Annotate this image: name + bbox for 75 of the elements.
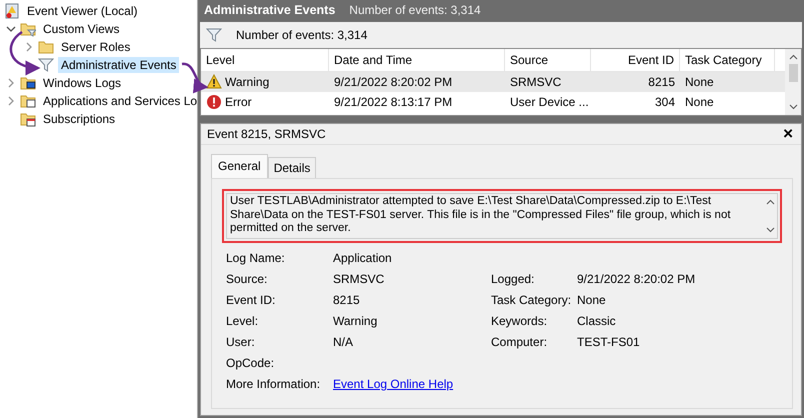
field-label: User:: [226, 335, 256, 349]
table-cell: 9/21/2022 8:13:17 PM: [334, 95, 452, 109]
chevron-right-icon[interactable]: [6, 78, 16, 88]
folder-icon: [38, 39, 54, 55]
tree-item[interactable]: Administrative Events: [58, 57, 180, 73]
help-link[interactable]: Event Log Online Help: [333, 377, 454, 391]
table-cell: Warning: [225, 75, 270, 89]
field-label: More Information:: [226, 377, 322, 391]
chevron-down-icon: [766, 227, 774, 233]
chevron-right-icon[interactable]: [6, 96, 16, 106]
annotation-arrow: [182, 62, 208, 92]
chevron-up-icon: [788, 54, 798, 60]
column-header[interactable]: Source: [505, 49, 591, 71]
filter-icon: [206, 27, 222, 43]
field-value: SRMSVC: [333, 272, 386, 286]
field-label: Event ID:: [226, 293, 276, 307]
filter-icon: [38, 57, 54, 73]
chevron-down-icon[interactable]: [6, 24, 16, 34]
table-cell: 8215: [648, 75, 675, 89]
table-row[interactable]: Error 9/21/2022 8:13:17 PM User Device ... 304 None: [201, 92, 785, 112]
folder-window-icon: [20, 93, 36, 109]
folder-monitor-icon: [20, 75, 36, 91]
table-cell: Error: [225, 95, 252, 109]
field-label: Keywords:: [491, 314, 548, 328]
tab[interactable]: Details: [268, 157, 316, 178]
scrollbar[interactable]: [785, 49, 801, 115]
field-value: None: [577, 293, 607, 307]
field-label: Logged:: [491, 272, 536, 286]
annotation-arrow: [10, 31, 40, 75]
table-row[interactable]: Warning 9/21/2022 8:20:02 PM SRMSVC 8215 None: [201, 72, 785, 92]
field-value: Application: [333, 251, 393, 265]
table-cell: User Device ...: [510, 95, 589, 109]
chevron-down-icon: [788, 104, 798, 110]
table-cell: SRMSVC: [510, 75, 562, 89]
error-icon: [206, 94, 222, 110]
column-header[interactable]: Event ID: [591, 49, 680, 71]
field-label: Level:: [226, 314, 260, 328]
column-header[interactable]: Date and Time: [329, 49, 505, 71]
table-cell: None: [685, 95, 714, 109]
panel-title: Administrative Events: [204, 3, 336, 17]
field-label: Log Name:: [226, 251, 286, 265]
event-viewer-icon: [4, 3, 20, 19]
chevron-up-icon: [766, 199, 774, 205]
tree-item[interactable]: Subscriptions: [40, 111, 118, 127]
tree-item[interactable]: Custom Views: [40, 21, 122, 37]
table-cell: 304: [654, 95, 675, 109]
details-title: Event 8215, SRMSVC: [207, 127, 326, 141]
tree-item[interactable]: Windows Logs: [40, 75, 124, 91]
scrollbar-thumb[interactable]: [788, 64, 798, 82]
event-count: Number of events: 3,314: [349, 3, 481, 17]
close-button[interactable]: ×: [781, 126, 795, 142]
field-value: Classic: [577, 314, 617, 328]
column-header[interactable]: Level: [201, 49, 329, 71]
field-label: Task Category:: [491, 293, 572, 307]
field-value: Warning: [333, 314, 378, 328]
warning-icon: [206, 74, 222, 90]
table-cell: None: [685, 75, 714, 89]
tab[interactable]: General: [211, 154, 268, 178]
event-count: Number of events: 3,314: [236, 28, 368, 42]
tree-item[interactable]: Applications and Services Lo: [40, 93, 200, 109]
field-label: Computer:: [491, 335, 548, 349]
folder-filter-icon: [20, 21, 36, 37]
field-value: 8215: [333, 293, 361, 307]
event-message: User TESTLAB\Administrator attempted to save E:\Test Share\Data\Compressed.zip to E:\Test Share\Data on the TEST-FS01 server. This file is in the "Compressed Files" file group, which is not permitted on the server.: [229, 194, 732, 236]
field-label: Source:: [226, 272, 268, 286]
table-cell: 9/21/2022 8:20:02 PM: [334, 75, 452, 89]
tree-item[interactable]: Server Roles: [58, 39, 134, 55]
column-header[interactable]: Task Category: [680, 49, 775, 71]
tree-item[interactable]: Event Viewer (Local): [24, 3, 140, 19]
field-label: OpCode:: [226, 356, 276, 370]
field-value: N/A: [333, 335, 354, 349]
chevron-right-icon[interactable]: [24, 42, 34, 52]
field-value: 9/21/2022 8:20:02 PM: [577, 272, 696, 286]
folder-calendar-icon: [20, 111, 36, 127]
field-value: TEST-FS01: [577, 335, 641, 349]
